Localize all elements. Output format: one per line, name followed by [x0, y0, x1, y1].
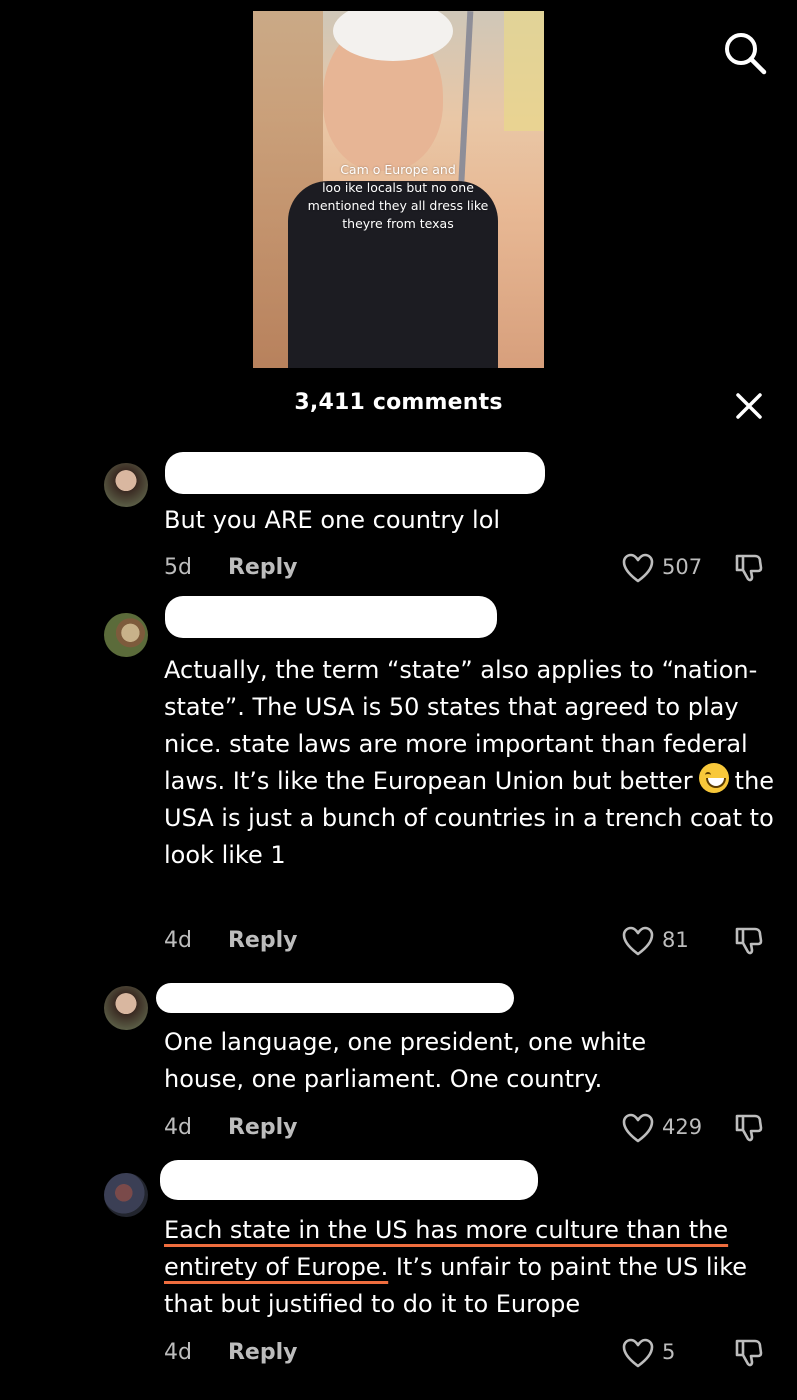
comment-text: One language, one president, one white h… — [164, 1028, 647, 1093]
heart-icon[interactable] — [622, 926, 654, 956]
reply-button[interactable]: Reply — [228, 555, 298, 580]
comment-text: But you ARE one country lol — [164, 506, 501, 534]
comment-meta: 5d Reply — [164, 555, 297, 580]
comment-age: 5d — [164, 555, 192, 580]
avatar[interactable] — [104, 986, 148, 1030]
comment-meta: 4d Reply — [164, 928, 297, 953]
reply-button[interactable]: Reply — [228, 1340, 298, 1365]
close-icon[interactable] — [735, 392, 763, 420]
grinning-face-icon — [698, 763, 729, 793]
dislike-icon[interactable] — [733, 1337, 765, 1369]
comment-meta: 4d Reply — [164, 1340, 297, 1365]
heart-icon[interactable] — [622, 1113, 654, 1143]
reply-button[interactable]: Reply — [228, 928, 298, 953]
search-icon[interactable] — [722, 30, 768, 76]
video-caption: Cam o Europe and loo ike locals but no o… — [283, 161, 513, 233]
like-count: 5 — [662, 1340, 676, 1364]
video-background-light — [504, 11, 544, 131]
caption-line: Cam o Europe and — [340, 162, 456, 177]
avatar[interactable] — [104, 1173, 148, 1217]
like-count: 507 — [662, 555, 703, 579]
caption-line: theyre from texas — [342, 216, 454, 231]
dislike-icon[interactable] — [733, 1112, 765, 1144]
caption-line: mentioned they all dress like — [307, 198, 489, 213]
comments-count: 3,411 comments — [294, 390, 503, 415]
like-count: 429 — [662, 1115, 703, 1139]
username-redaction — [165, 452, 545, 494]
comment-age: 4d — [164, 1340, 192, 1365]
like-count: 81 — [662, 928, 689, 952]
dislike-icon[interactable] — [733, 552, 765, 584]
comment-text: Actually, the term “state” also applies … — [164, 652, 784, 874]
username-redaction — [156, 983, 514, 1013]
avatar[interactable] — [104, 463, 148, 507]
username-redaction — [160, 1160, 538, 1200]
reply-button[interactable]: Reply — [228, 1115, 298, 1140]
heart-icon[interactable] — [622, 553, 654, 583]
username-redaction — [165, 596, 497, 638]
video-thumbnail[interactable]: Cam o Europe and loo ike locals but no o… — [253, 11, 544, 368]
heart-icon[interactable] — [622, 1338, 654, 1368]
comment-text: Each state in the US has more culture th… — [164, 1212, 784, 1323]
dislike-icon[interactable] — [733, 925, 765, 957]
comment-age: 4d — [164, 1115, 192, 1140]
avatar[interactable] — [104, 613, 148, 657]
comment-text-part: Actually, the term “state” also applies … — [164, 656, 758, 795]
comment-age: 4d — [164, 928, 192, 953]
comment-meta: 4d Reply — [164, 1115, 297, 1140]
caption-line: loo ike locals but no one — [322, 180, 474, 195]
